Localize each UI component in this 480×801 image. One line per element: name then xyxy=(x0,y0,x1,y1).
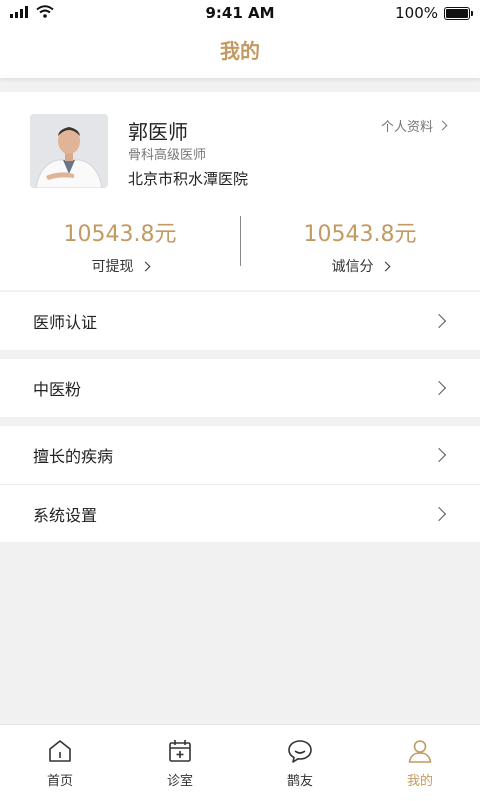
chevron-right-icon xyxy=(431,447,447,463)
tab-label: 鹊友 xyxy=(286,774,313,789)
doctor-photo xyxy=(30,114,108,188)
battery-icon xyxy=(444,6,473,20)
doctor-name: 郭医师 xyxy=(128,120,188,144)
stat-label-row: 可提现 xyxy=(0,256,240,276)
profile-card: 郭医师 骨科高级医师 北京市积水潭医院 个人资料 10543.8元 可提现 10… xyxy=(0,92,480,290)
person-icon xyxy=(408,740,432,763)
chevron-right-icon xyxy=(431,380,447,396)
avatar[interactable] xyxy=(30,114,108,188)
doctor-title: 骨科高级医师 xyxy=(128,148,207,163)
nav-bar: 我的 xyxy=(0,26,480,78)
tab-label: 首页 xyxy=(46,774,73,789)
chevron-right-icon xyxy=(140,261,150,271)
chevron-right-icon xyxy=(437,120,448,131)
battery-percent: 100% xyxy=(395,4,438,22)
tab-home[interactable]: 首页 xyxy=(0,725,120,801)
menu-item-system-settings[interactable]: 系统设置 xyxy=(0,484,480,542)
menu-item-specialties[interactable]: 擅长的疾病 xyxy=(0,426,480,484)
page-title: 我的 xyxy=(220,39,260,63)
stat-label: 诚信分 xyxy=(331,259,374,275)
home-icon xyxy=(49,740,71,762)
menu-group-settings: 擅长的疾病 系统设置 xyxy=(0,426,480,542)
chevron-right-icon xyxy=(431,313,447,329)
menu-item-label: 中医粉 xyxy=(33,380,82,399)
tab-label: 我的 xyxy=(406,774,433,789)
chevron-right-icon xyxy=(431,506,447,521)
tab-friends[interactable]: 鹊友 xyxy=(240,725,360,801)
status-bar: 9:41 AM 100% xyxy=(0,0,480,26)
menu-item-label: 医师认证 xyxy=(33,313,98,332)
stat-value: 10543.8元 xyxy=(303,222,417,247)
chevron-right-icon xyxy=(380,261,390,271)
stat-value: 10543.8元 xyxy=(63,222,177,247)
menu-group-certification: 医师认证 xyxy=(0,292,480,350)
menu-item-label: 擅长的疾病 xyxy=(33,447,114,466)
tab-label: 诊室 xyxy=(166,774,193,789)
menu-item-label: 系统设置 xyxy=(33,505,98,525)
profile-link[interactable]: 个人资料 xyxy=(380,116,448,135)
menu-item-fans[interactable]: 中医粉 xyxy=(0,359,480,417)
menu-group-fans: 中医粉 xyxy=(0,359,480,417)
chat-bubble-icon xyxy=(288,740,312,763)
menu-item-certification[interactable]: 医师认证 xyxy=(0,292,480,350)
doctor-hospital: 北京市积水潭医院 xyxy=(128,170,249,188)
tab-clinic[interactable]: 诊室 xyxy=(120,725,240,801)
calendar-icon xyxy=(169,740,191,762)
profile-link-label: 个人资料 xyxy=(380,120,433,135)
stat-label: 可提现 xyxy=(91,259,134,275)
stat-withdrawable[interactable]: 10543.8元 可提现 xyxy=(0,216,240,276)
tab-mine[interactable]: 我的 xyxy=(360,725,480,801)
tab-bar: 首页 诊室 鹊友 我的 xyxy=(0,724,480,801)
stat-credit-score[interactable]: 10543.8元 诚信分 xyxy=(240,216,480,276)
stat-label-row: 诚信分 xyxy=(240,256,480,276)
status-right: 100% xyxy=(395,4,473,22)
